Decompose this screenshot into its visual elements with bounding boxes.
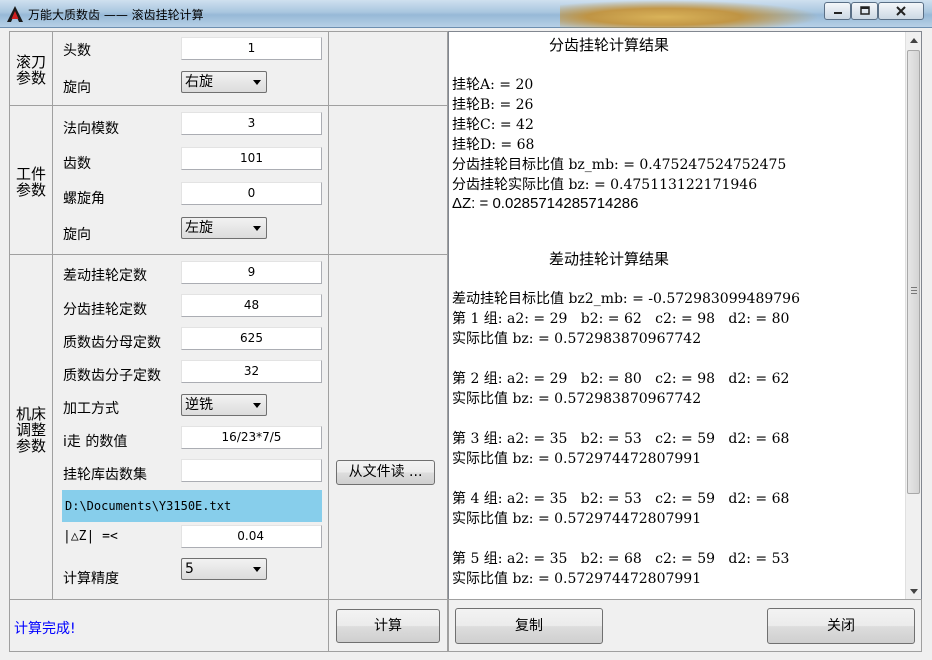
group-line: 第 3 组: a2: = 35 b2: = 53 c2: = 59 d2: = … (452, 431, 790, 447)
scrollbar-thumb[interactable] (907, 50, 920, 494)
diff-constant-input[interactable]: 9 (181, 261, 322, 284)
starts-label: 头数 (63, 43, 91, 59)
divider (328, 600, 329, 651)
precision-label: 计算精度 (63, 571, 119, 587)
scroll-down-button[interactable] (906, 583, 921, 599)
maximize-button[interactable] (851, 2, 878, 20)
teeth-input[interactable]: 101 (181, 147, 322, 170)
app-logo-icon (7, 6, 23, 22)
title-bar[interactable]: 万能大质数齿 —— 滚齿挂轮计算 (0, 0, 932, 28)
helix-angle-input[interactable]: 0 (181, 182, 322, 205)
helix-angle-label: 螺旋角 (63, 191, 105, 207)
starts-input[interactable]: 1 (181, 37, 322, 60)
result-line: 挂轮B: = 26 (452, 97, 534, 113)
index-result-title: 分齿挂轮计算结果 (549, 36, 670, 54)
scroll-down-icon (910, 588, 918, 594)
close-icon (896, 6, 906, 16)
divider (52, 255, 53, 599)
minimize-button[interactable] (824, 2, 851, 20)
divider (52, 106, 53, 254)
gear-set-input[interactable] (181, 459, 322, 482)
prime-numerator-label: 质数齿分子定数 (63, 368, 161, 384)
close-button[interactable]: 关闭 (767, 608, 915, 644)
work-direction-value: 左旋 (185, 220, 213, 236)
teeth-label: 齿数 (63, 156, 91, 172)
result-line: 挂轮C: = 42 (452, 117, 534, 133)
copy-button[interactable]: 复制 (455, 608, 603, 644)
prime-denominator-label: 质数齿分母定数 (63, 335, 161, 351)
diff-constant-label: 差动挂轮定数 (63, 268, 147, 284)
index-constant-input[interactable]: 48 (181, 294, 322, 317)
chevron-down-icon (253, 80, 261, 85)
divider (52, 32, 53, 105)
group-ratio: 实际比值 bz: = 0.572974472807991 (452, 511, 702, 527)
i-feed-input[interactable]: 16/23*7/5 (181, 426, 322, 449)
work-direction-select[interactable]: 左旋 (181, 217, 267, 239)
chevron-down-icon (253, 403, 261, 408)
workpiece-params-label-text: 工件 参数 (15, 165, 46, 199)
results-scrollbar[interactable] (905, 32, 921, 599)
group-line: 第 4 组: a2: = 35 b2: = 53 c2: = 59 d2: = … (452, 491, 790, 507)
normal-module-input[interactable]: 3 (181, 112, 322, 135)
delta-z-input[interactable]: 0.04 (181, 525, 322, 548)
status-text: 计算完成! (14, 621, 76, 637)
hob-direction-label: 旋向 (63, 80, 91, 96)
prime-numerator-input[interactable]: 32 (181, 360, 322, 383)
group-line: 第 5 组: a2: = 35 b2: = 68 c2: = 59 d2: = … (452, 551, 790, 567)
minimize-icon (833, 12, 842, 14)
scroll-grip-icon (911, 287, 917, 294)
diff-target-line: 差动挂轮目标比值 bz2_mb: = -0.572983099489796 (452, 291, 800, 307)
delta-z-result: ΔZ: = 0.0285714285714286 (452, 195, 639, 212)
group-ratio: 实际比值 bz: = 0.572983870967742 (452, 391, 702, 407)
chevron-down-icon (253, 226, 261, 231)
chevron-down-icon (253, 567, 261, 572)
window-title: 万能大质数齿 —— 滚齿挂轮计算 (28, 8, 204, 22)
scroll-up-button[interactable] (906, 32, 921, 48)
prime-denominator-input[interactable]: 625 (181, 327, 322, 350)
group-ratio: 实际比值 bz: = 0.572974472807991 (452, 571, 702, 587)
hob-direction-select[interactable]: 右旋 (181, 71, 267, 93)
machine-params-label: 机床 调整 参数 (10, 406, 52, 454)
file-path-display: D:\Documents\Y3150E.txt (62, 490, 322, 522)
calculate-button[interactable]: 计算 (336, 609, 440, 643)
result-line: 挂轮A: = 20 (452, 77, 534, 93)
precision-select[interactable]: 5 (181, 558, 267, 580)
hob-params-label-text: 滚刀 参数 (15, 53, 46, 87)
results-textarea[interactable]: 分齿挂轮计算结果 挂轮A: = 20 挂轮B: = 26 挂轮C: = 42 挂… (448, 31, 922, 600)
divider (328, 255, 329, 599)
scroll-up-icon (910, 37, 918, 43)
hob-params-label: 滚刀 参数 (10, 54, 52, 86)
divider (328, 106, 329, 254)
divider (328, 32, 329, 105)
process-mode-value: 逆铣 (185, 397, 213, 413)
result-line: 分齿挂轮实际比值 bz: = 0.475113122171946 (452, 177, 758, 193)
index-constant-label: 分齿挂轮定数 (63, 302, 147, 318)
group-line: 第 2 组: a2: = 29 b2: = 80 c2: = 98 d2: = … (452, 371, 790, 387)
process-mode-label: 加工方式 (63, 401, 119, 417)
maximize-icon (859, 6, 870, 15)
results-content: 分齿挂轮计算结果 挂轮A: = 20 挂轮B: = 26 挂轮C: = 42 挂… (451, 32, 905, 599)
delta-z-label: |△Z| =< (63, 529, 118, 544)
group-line: 第 1 组: a2: = 29 b2: = 62 c2: = 98 d2: = … (452, 311, 790, 327)
precision-value: 5 (185, 561, 194, 577)
diff-result-title: 差动挂轮计算结果 (549, 250, 670, 268)
process-mode-select[interactable]: 逆铣 (181, 394, 267, 416)
result-line: 挂轮D: = 68 (452, 137, 535, 153)
normal-module-label: 法向模数 (63, 121, 119, 137)
title-bar-decoration (560, 0, 820, 28)
work-direction-label: 旋向 (63, 227, 91, 243)
machine-params-label-text: 机床 调整 参数 (15, 405, 46, 455)
result-line: 分齿挂轮目标比值 bz_mb: = 0.475247524752475 (452, 157, 787, 173)
hob-direction-value: 右旋 (185, 74, 213, 90)
gear-set-label: 挂轮库齿数集 (63, 467, 147, 483)
workpiece-params-label: 工件 参数 (10, 166, 52, 198)
group-ratio: 实际比值 bz: = 0.572983870967742 (452, 331, 702, 347)
group-ratio: 实际比值 bz: = 0.572974472807991 (452, 451, 702, 467)
i-feed-label: i走 的数值 (63, 434, 128, 450)
close-window-button[interactable] (878, 2, 924, 20)
read-file-button[interactable]: 从文件读 ... (336, 460, 435, 485)
